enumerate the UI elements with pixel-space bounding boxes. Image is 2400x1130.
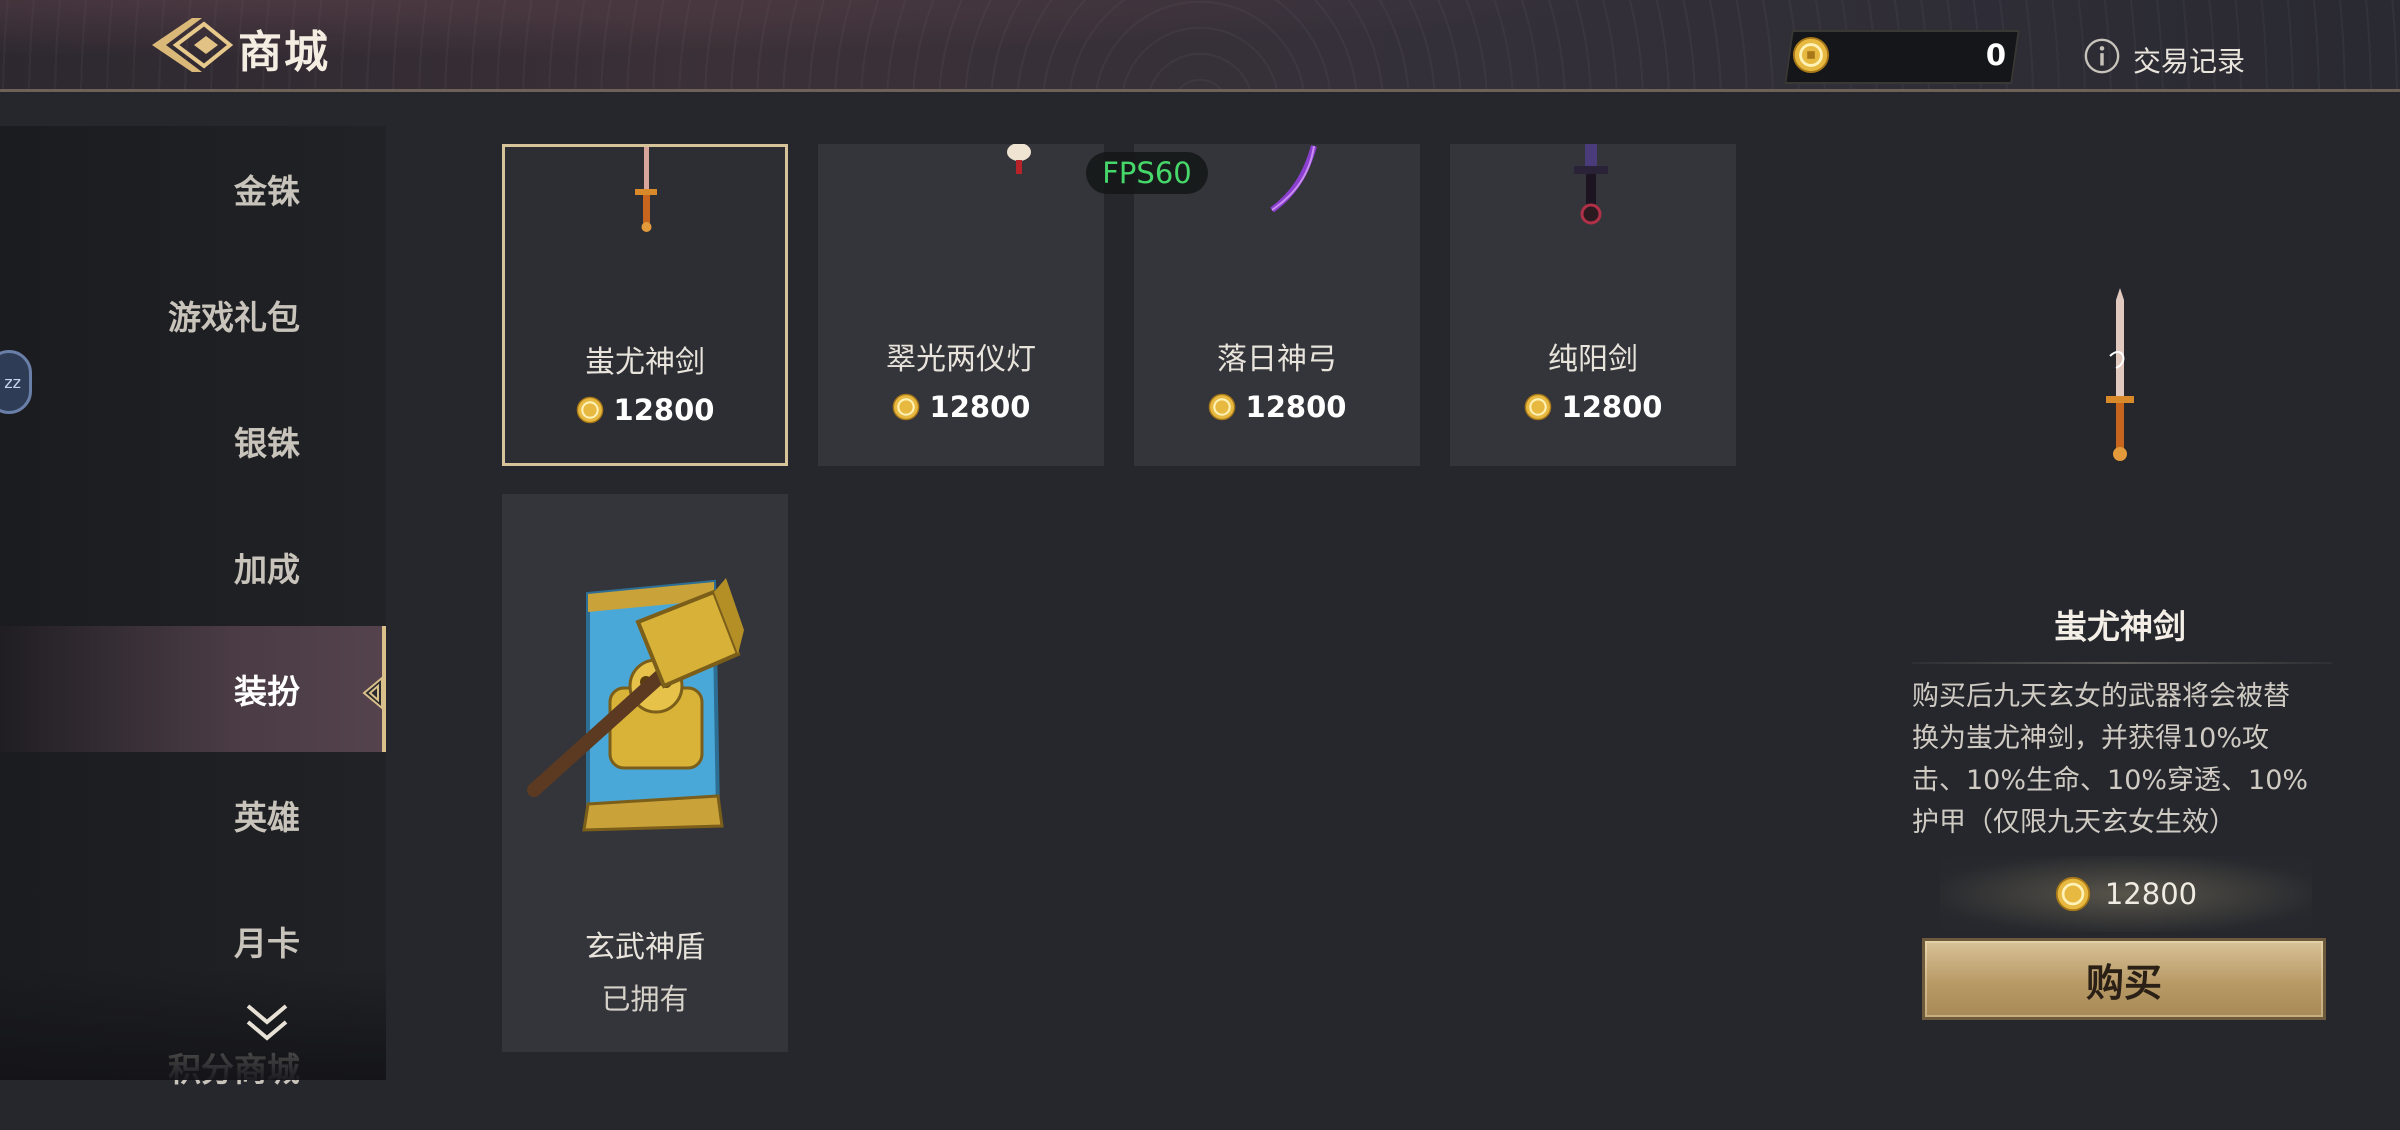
detail-price: 12800 (1940, 856, 2312, 932)
gold-coin-icon (892, 393, 919, 421)
sidebar-item-boost[interactable]: 加成 (0, 504, 386, 630)
item-price: 12800 (505, 393, 785, 427)
chevron-double-down-icon[interactable] (242, 1000, 292, 1046)
detail-price-value: 12800 (2104, 877, 2198, 911)
item-name: 落日神弓 (1217, 342, 1337, 377)
owned-status: 已拥有 (601, 982, 689, 1016)
dark-sword-icon (1574, 144, 1608, 225)
gold-coin-icon (1524, 393, 1551, 421)
gold-coin-icon (1208, 393, 1235, 421)
gold-coin-icon (2055, 876, 2090, 912)
detail-description-line: 购买后九天玄女的武器将会被替 (1912, 681, 2290, 712)
item-price: 12800 (1450, 390, 1736, 424)
gold-coin-icon (576, 396, 603, 424)
item-price-value: 12800 (1245, 390, 1347, 424)
item-card[interactable]: 玄武神盾 已拥有 (502, 494, 788, 1052)
sword-icon (635, 147, 657, 232)
fps-counter: FPS60 (1086, 152, 1208, 194)
sword-preview-icon (2106, 288, 2134, 461)
currency-amount: 0 (1985, 38, 2006, 72)
floating-assist-button[interactable]: zz (0, 350, 32, 414)
item-price: 12800 (818, 390, 1104, 424)
item-name: 翠光两仪灯 (886, 342, 1036, 377)
gold-coin-icon (1792, 36, 1830, 74)
sidebar-item-skins[interactable]: 装扮 (0, 626, 386, 752)
detail-description-line: 击、10%生命、10%穿透、10% (1912, 765, 2309, 796)
detail-description-line: 换为蚩尤神剑，并获得10%攻 (1912, 723, 2270, 754)
item-price-value: 12800 (1561, 390, 1663, 424)
sidebar-fade (0, 968, 386, 1080)
active-tab-indicator-icon (362, 676, 383, 710)
item-card[interactable]: 蚩尤神剑 12800 (502, 144, 788, 466)
bow-icon (1270, 145, 1317, 213)
item-name: 蚩尤神剑 (585, 345, 705, 380)
item-name: 玄武神盾 (585, 930, 705, 965)
trade-record-link[interactable]: 交易记录 (2133, 40, 2245, 80)
info-icon[interactable] (2083, 37, 2121, 75)
sidebar-item-gift-packs[interactable]: 游戏礼包 (0, 252, 386, 378)
detail-description-line: 护甲（仅限九天玄女生效） (1912, 807, 2236, 838)
back-arrow-icon[interactable] (146, 14, 236, 76)
item-price-value: 12800 (613, 393, 715, 427)
item-card[interactable]: 纯阳剑 12800 (1450, 144, 1736, 466)
item-price: 12800 (1134, 390, 1420, 424)
page-title: 商城 (238, 27, 330, 78)
sidebar-item-heroes[interactable]: 英雄 (0, 752, 386, 878)
category-sidebar: 金铢 游戏礼包 银铢 加成 装扮 英雄 月卡 积分商城 (0, 126, 386, 1089)
top-bar: 商城 0 交易记录 (0, 0, 2400, 92)
item-name: 纯阳剑 (1548, 342, 1638, 377)
item-price-value: 12800 (929, 390, 1031, 424)
buy-button[interactable]: 购买 (1922, 938, 2326, 1020)
sidebar-item-silver[interactable]: 银铢 (0, 378, 386, 504)
sidebar-item-gold[interactable]: 金铢 (0, 126, 386, 252)
detail-divider (1912, 662, 2332, 664)
item-card[interactable]: 翠光两仪灯 12800 (818, 144, 1104, 466)
detail-item-name: 蚩尤神剑 (2054, 607, 2186, 646)
detail-description: 购买后九天玄女的武器将会被替 换为蚩尤神剑，并获得10%攻 击、10%生命、10… (1912, 676, 2322, 844)
hammer-shield-icon (527, 578, 744, 832)
lantern-icon (1007, 144, 1031, 174)
